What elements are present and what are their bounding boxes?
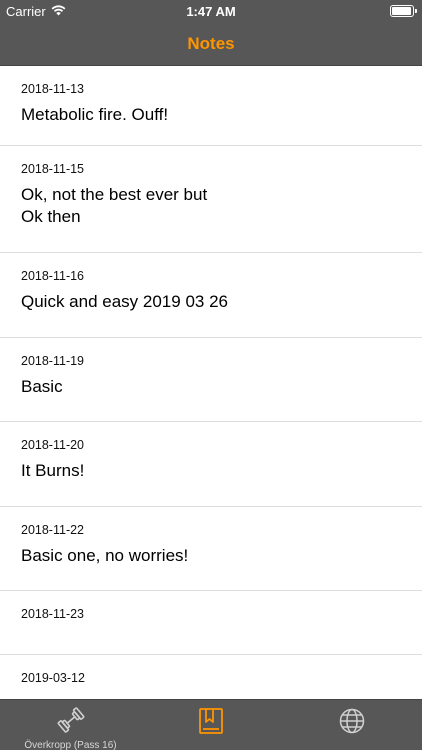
tab-web[interactable] bbox=[281, 700, 422, 750]
battery-level bbox=[392, 7, 411, 15]
note-date: 2019-03-12 bbox=[21, 671, 85, 685]
note-date: 2018-11-15 bbox=[21, 162, 85, 176]
note-date: 2018-11-13 bbox=[21, 82, 85, 96]
dumbbell-icon bbox=[56, 700, 86, 738]
status-bar: Carrier 1:47 AM bbox=[0, 0, 422, 22]
tab-notes[interactable] bbox=[141, 700, 281, 750]
note-row[interactable]: 2018-11-22 Basic one, no worries! bbox=[0, 507, 422, 591]
navigation-bar: Notes bbox=[0, 22, 422, 66]
note-row[interactable]: 2018-11-23 bbox=[0, 591, 422, 655]
notes-list[interactable]: 2018-11-13 Metabolic fire. Ouff! 2018-11… bbox=[0, 66, 422, 699]
notes-bookmark-icon bbox=[198, 700, 224, 740]
note-row[interactable]: 2019-03-12 bbox=[0, 655, 422, 699]
battery-icon bbox=[390, 5, 417, 17]
note-row[interactable]: 2018-11-13 Metabolic fire. Ouff! bbox=[0, 66, 422, 146]
tab-label: Överkropp (Pass 16) bbox=[24, 740, 117, 750]
tab-bar: Överkropp (Pass 16) bbox=[0, 699, 422, 750]
page-title: Notes bbox=[187, 34, 235, 53]
note-row[interactable]: 2018-11-16 Quick and easy 2019 03 26 bbox=[0, 253, 422, 338]
note-row[interactable]: 2018-11-20 It Burns! bbox=[0, 422, 422, 507]
note-text: It Burns! bbox=[21, 461, 85, 480]
note-date: 2018-11-22 bbox=[21, 523, 85, 537]
note-text: Quick and easy 2019 03 26 bbox=[21, 292, 228, 311]
globe-icon bbox=[338, 700, 366, 740]
status-time: 1:47 AM bbox=[186, 4, 236, 19]
tab-workout[interactable]: Överkropp (Pass 16) bbox=[0, 700, 141, 750]
note-row[interactable]: 2018-11-19 Basic bbox=[0, 338, 422, 422]
note-text: Metabolic fire. Ouff! bbox=[21, 105, 169, 124]
note-date: 2018-11-19 bbox=[21, 354, 85, 368]
note-text: Basic one, no worries! bbox=[21, 546, 189, 565]
note-text: Ok, not the best ever but Ok then bbox=[21, 185, 208, 226]
note-date: 2018-11-16 bbox=[21, 269, 85, 283]
note-date: 2018-11-23 bbox=[21, 607, 85, 621]
note-date: 2018-11-20 bbox=[21, 438, 85, 452]
note-row[interactable]: 2018-11-15 Ok, not the best ever but Ok … bbox=[0, 146, 422, 253]
note-text: Basic bbox=[21, 377, 63, 396]
